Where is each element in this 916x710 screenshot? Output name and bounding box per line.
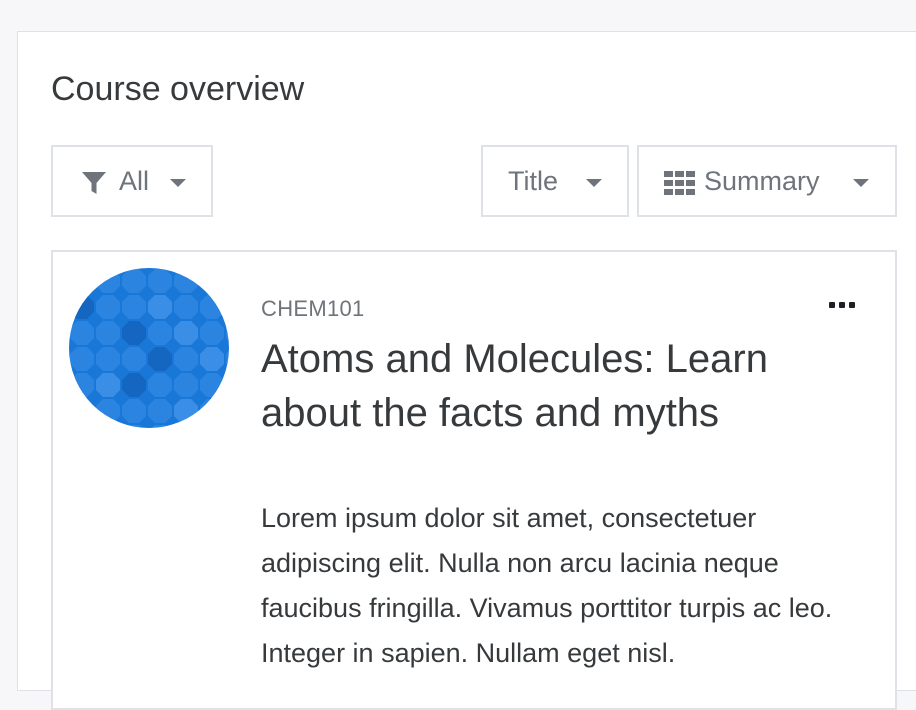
course-image[interactable] [69,268,229,428]
grid-icon [664,171,695,195]
filter-label: All [119,166,150,196]
filter-icon [82,172,106,194]
sort-button[interactable]: Title [481,145,629,217]
course-overview-block: Course overview All Title Summary CHEM10… [17,31,916,710]
sort-label: Title [508,166,559,196]
ellipsis-icon[interactable] [827,297,861,313]
block-title: Course overview [51,70,305,108]
course-summary: Lorem ipsum dolor sit amet, consectetuer… [261,503,833,668]
view-label: Summary [704,166,820,196]
display-view-button[interactable]: Summary [637,145,897,217]
course-name-link[interactable]: Atoms and Molecules: Learn about the fac… [261,332,821,440]
chevron-down-icon [853,179,869,187]
course-card: CHEM101 Atoms and Molecules: Learn about… [51,250,897,710]
grouping-filter-button[interactable]: All [51,145,213,217]
chevron-down-icon [586,179,602,187]
course-shortname: CHEM101 [261,296,365,321]
chevron-down-icon [170,179,186,187]
